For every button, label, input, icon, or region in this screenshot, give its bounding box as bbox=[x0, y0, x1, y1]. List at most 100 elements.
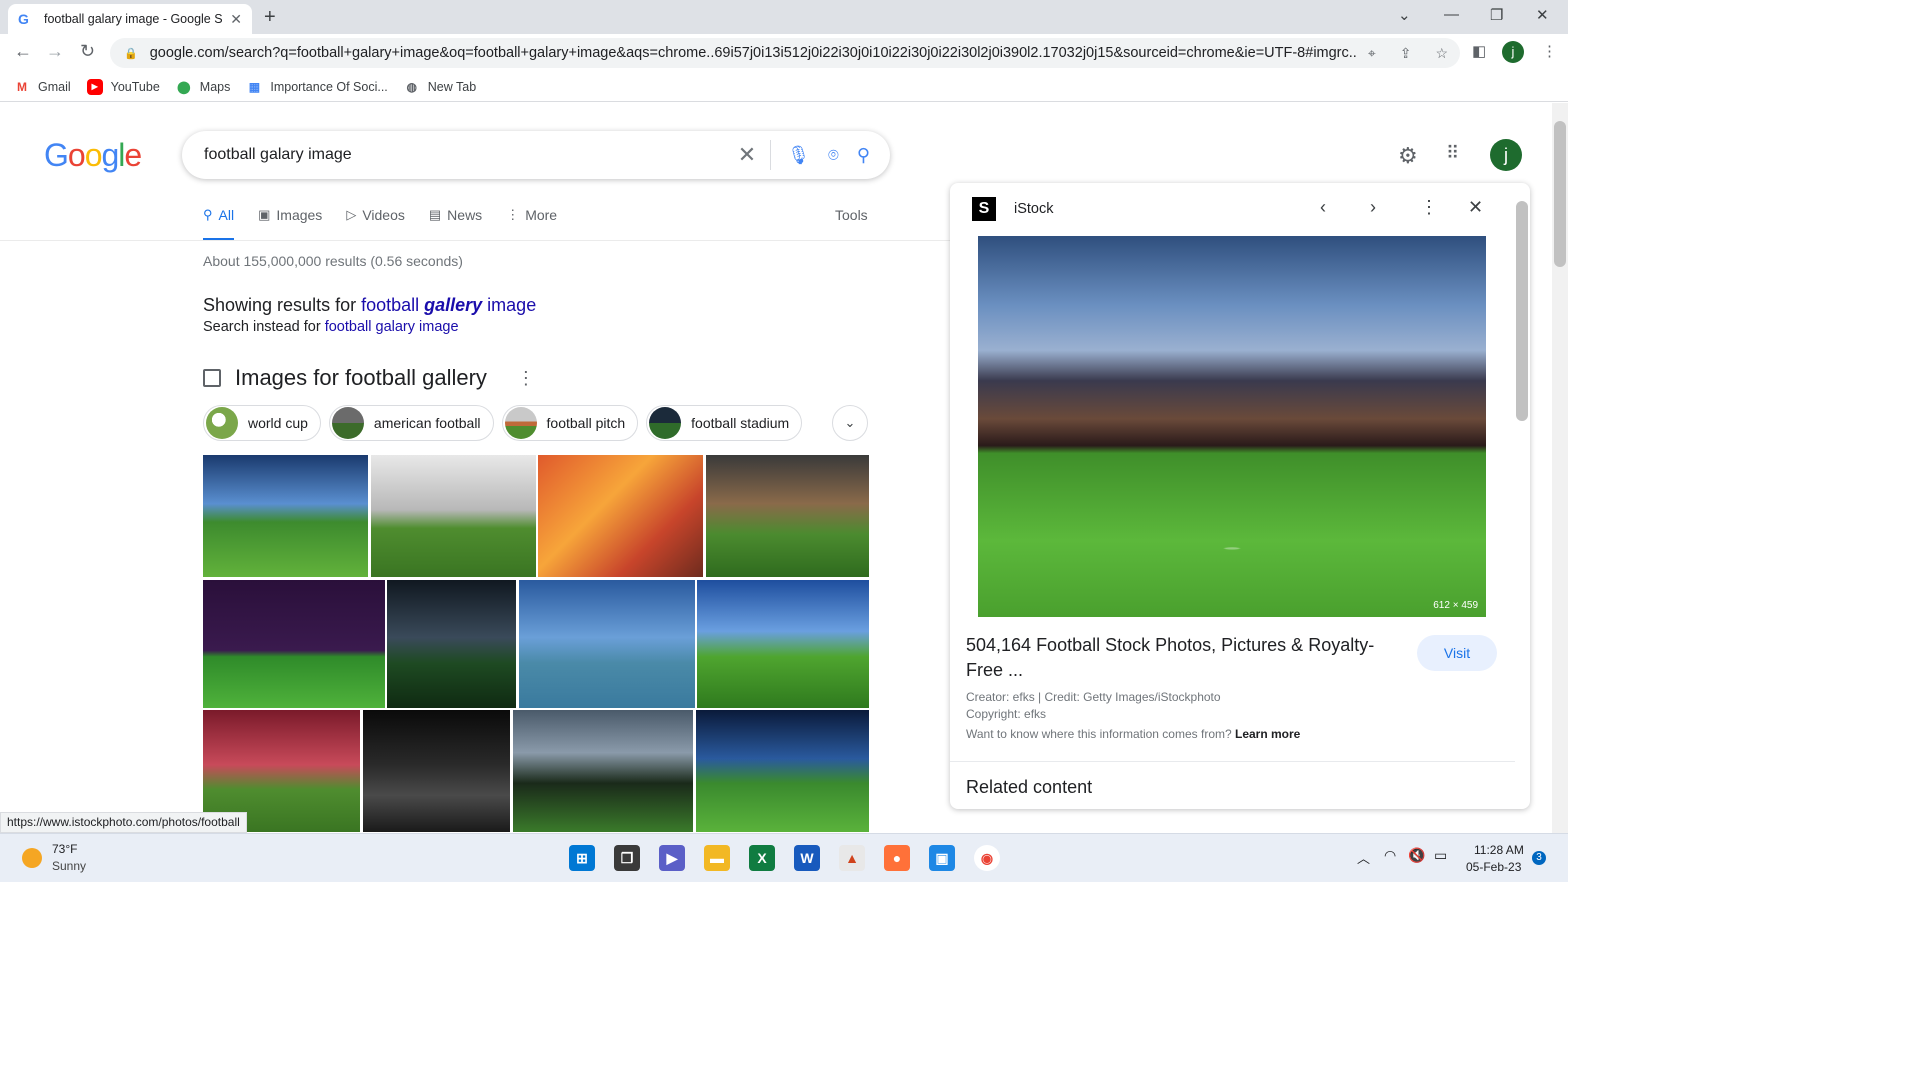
clear-search-icon[interactable]: ✕ bbox=[738, 142, 756, 168]
url-text[interactable]: google.com/search?q=football+galary+imag… bbox=[150, 45, 1356, 61]
search-instead: Search instead for football galary image bbox=[203, 319, 459, 335]
tab-news[interactable]: ▤ News bbox=[429, 207, 482, 241]
clock-date[interactable]: 05-Feb-23 bbox=[1466, 860, 1521, 874]
battery-icon[interactable]: ▭ bbox=[1434, 847, 1447, 864]
panel-title[interactable]: 504,164 Football Stock Photos, Pictures … bbox=[966, 633, 1396, 683]
location-icon[interactable]: ⌖ bbox=[1368, 45, 1376, 62]
excel-icon[interactable]: X bbox=[749, 845, 775, 871]
corrected-query-link[interactable]: football gallery image bbox=[361, 295, 536, 315]
firefox-icon[interactable]: ● bbox=[884, 845, 910, 871]
preview-image[interactable]: 612 × 459 bbox=[978, 236, 1486, 617]
panel-more-options-icon[interactable]: ⋮ bbox=[1420, 197, 1438, 218]
result-image[interactable] bbox=[538, 455, 703, 577]
chip-thumbnail bbox=[331, 407, 364, 439]
more-options-icon[interactable]: ⋮ bbox=[517, 368, 535, 389]
chip-label: football stadium bbox=[691, 415, 790, 431]
profile-avatar[interactable]: j bbox=[1502, 41, 1524, 63]
visit-button[interactable]: Visit bbox=[1417, 635, 1497, 671]
bookmark-maps[interactable]: ⬤ Maps bbox=[176, 79, 230, 95]
restore-icon[interactable]: ❐ bbox=[1490, 6, 1503, 24]
chip-football-stadium[interactable]: football stadium bbox=[646, 405, 803, 441]
tab-search-icon[interactable]: ⌄ bbox=[1398, 6, 1411, 24]
result-image[interactable] bbox=[203, 455, 368, 577]
result-image[interactable] bbox=[513, 710, 693, 832]
close-tab-icon[interactable]: ✕ bbox=[230, 11, 242, 28]
panel-source[interactable]: iStock bbox=[1014, 201, 1054, 217]
new-tab-icon[interactable]: + bbox=[264, 6, 276, 29]
google-logo[interactable]: Google bbox=[44, 137, 142, 174]
related-content-heading: Related content bbox=[966, 777, 1093, 797]
back-icon[interactable]: ← bbox=[14, 41, 32, 62]
weather-temperature[interactable]: 73°F bbox=[52, 842, 77, 856]
speaker-muted-icon[interactable]: 🔇 bbox=[1408, 847, 1425, 864]
search-box[interactable]: football galary image ✕ 🎙 ⌾ ⚲ bbox=[182, 131, 890, 179]
previous-image-icon[interactable]: ‹ bbox=[1320, 197, 1326, 218]
tray-overflow-icon[interactable]: ︿ bbox=[1357, 848, 1370, 867]
user-avatar[interactable]: j bbox=[1490, 139, 1522, 171]
lock-icon[interactable]: 🔒 bbox=[124, 47, 138, 60]
tab-images[interactable]: ▣ Images bbox=[258, 207, 322, 241]
photos-icon[interactable]: ▣ bbox=[929, 845, 955, 871]
close-panel-icon[interactable]: ✕ bbox=[1468, 197, 1483, 218]
settings-gear-icon[interactable]: ⚙ bbox=[1398, 143, 1418, 169]
result-image[interactable] bbox=[203, 580, 385, 708]
search-input[interactable]: football galary image bbox=[204, 146, 738, 164]
side-panel-icon[interactable]: ◧ bbox=[1472, 42, 1486, 60]
result-image[interactable] bbox=[697, 580, 869, 708]
original-query-link[interactable]: football galary image bbox=[325, 319, 459, 335]
bookmark-gmail[interactable]: M Gmail bbox=[14, 79, 71, 95]
file-explorer-icon[interactable]: ▬ bbox=[704, 845, 730, 871]
chip-world-cup[interactable]: world cup bbox=[203, 405, 321, 441]
reload-icon[interactable]: ↻ bbox=[80, 41, 95, 62]
browser-tab[interactable]: G football galary image - Google Se ✕ bbox=[8, 4, 252, 34]
forward-icon[interactable]: → bbox=[46, 41, 64, 62]
chrome-menu-icon[interactable]: ⋮ bbox=[1542, 42, 1557, 60]
result-image[interactable] bbox=[363, 710, 510, 832]
status-bar-url: https://www.istockphoto.com/photos/footb… bbox=[0, 812, 247, 833]
start-icon[interactable]: ⊞ bbox=[569, 845, 595, 871]
result-image[interactable] bbox=[371, 455, 536, 577]
news-icon: ▤ bbox=[428, 207, 442, 222]
result-image[interactable] bbox=[696, 710, 869, 832]
expand-chips-button[interactable]: ⌄ bbox=[832, 405, 868, 441]
close-window-icon[interactable]: ✕ bbox=[1536, 6, 1549, 24]
result-image[interactable] bbox=[387, 580, 516, 708]
video-icon: ▷ bbox=[346, 207, 357, 222]
learn-more-link[interactable]: Learn more bbox=[1235, 727, 1300, 741]
chip-football-pitch[interactable]: football pitch bbox=[501, 405, 639, 441]
teams-chat-icon[interactable]: ▶ bbox=[659, 845, 685, 871]
weather-condition[interactable]: Sunny bbox=[52, 859, 86, 873]
next-image-icon[interactable]: › bbox=[1370, 197, 1376, 218]
refinement-chips: world cup american football football pit… bbox=[203, 405, 810, 441]
apps-grid-icon[interactable]: ⠿ bbox=[1446, 143, 1459, 164]
sun-icon[interactable] bbox=[22, 848, 42, 868]
wifi-icon[interactable]: ◠ bbox=[1384, 847, 1396, 864]
chip-american-football[interactable]: american football bbox=[328, 405, 494, 441]
bookmark-page-icon: ▦ bbox=[248, 79, 261, 94]
tab-videos[interactable]: ▷ Videos bbox=[346, 207, 405, 241]
task-view-icon[interactable]: ❐ bbox=[614, 845, 640, 871]
share-icon[interactable]: ⇪ bbox=[1400, 45, 1412, 62]
word-icon[interactable]: W bbox=[794, 845, 820, 871]
address-bar[interactable]: 🔒 google.com/search?q=football+galary+im… bbox=[110, 38, 1460, 68]
panel-scrollbar[interactable] bbox=[1516, 201, 1528, 421]
notification-badge[interactable]: 3 bbox=[1532, 851, 1546, 865]
matlab-icon[interactable]: ▲ bbox=[839, 845, 865, 871]
bookmark-star-icon[interactable]: ☆ bbox=[1435, 45, 1448, 62]
result-image[interactable] bbox=[706, 455, 869, 577]
tab-all[interactable]: ⚲ All bbox=[203, 207, 235, 241]
chrome-icon[interactable]: ◉ bbox=[974, 845, 1000, 871]
camera-search-icon[interactable]: ⌾ bbox=[828, 145, 839, 166]
bookmark-youtube[interactable]: ▶ YouTube bbox=[86, 78, 160, 95]
tools-button[interactable]: Tools bbox=[835, 207, 868, 223]
result-image[interactable] bbox=[519, 580, 695, 708]
minimize-icon[interactable]: — bbox=[1444, 6, 1459, 23]
search-icon[interactable]: ⚲ bbox=[857, 145, 870, 166]
page-scrollbar[interactable] bbox=[1552, 103, 1568, 833]
tab-more[interactable]: ⋮ More bbox=[506, 207, 557, 241]
clock-time[interactable]: 11:28 AM bbox=[1474, 843, 1524, 857]
microphone-icon[interactable]: 🎙 bbox=[787, 145, 810, 166]
bookmark-importance[interactable]: ▦ Importance Of Soci... bbox=[246, 79, 388, 95]
scrollbar-thumb[interactable] bbox=[1554, 121, 1566, 267]
bookmark-new-tab[interactable]: ◍ New Tab bbox=[404, 79, 477, 95]
